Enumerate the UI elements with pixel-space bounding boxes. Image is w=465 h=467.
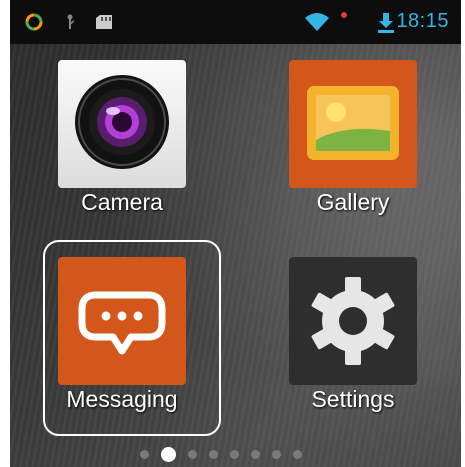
sync-icon [25, 13, 43, 31]
messaging-highlight-ring [43, 240, 221, 436]
camera-icon[interactable] [58, 60, 186, 188]
page-dot[interactable] [140, 450, 149, 459]
wifi-icon [305, 13, 329, 31]
usb-icon [67, 14, 75, 29]
page-dot[interactable] [188, 450, 197, 459]
page-indicator[interactable] [140, 444, 360, 464]
gallery-icon[interactable] [289, 60, 417, 188]
status-bar[interactable]: 18:15 [10, 0, 461, 44]
home-screen: 18:15 Camera Gallery Messaging Settings [10, 0, 461, 467]
page-dot[interactable] [209, 450, 218, 459]
app-camera[interactable]: Camera [10, 45, 210, 235]
app-label-settings: Settings [311, 386, 395, 412]
page-dot[interactable] [230, 450, 239, 459]
page-dot[interactable] [251, 450, 260, 459]
app-label-gallery: Gallery [316, 189, 390, 215]
app-settings[interactable]: Settings [241, 242, 441, 432]
app-label-camera: Camera [81, 189, 163, 215]
status-clock: 18:15 [396, 10, 449, 32]
app-gallery[interactable]: Gallery [241, 45, 441, 235]
page-dot[interactable] [272, 450, 281, 459]
alert-dot-icon [341, 12, 347, 18]
page-dot[interactable] [293, 450, 302, 459]
download-icon [378, 13, 394, 33]
sd-card-icon [96, 15, 112, 29]
settings-gear-icon[interactable] [289, 257, 417, 385]
page-dot-active[interactable] [161, 447, 176, 462]
